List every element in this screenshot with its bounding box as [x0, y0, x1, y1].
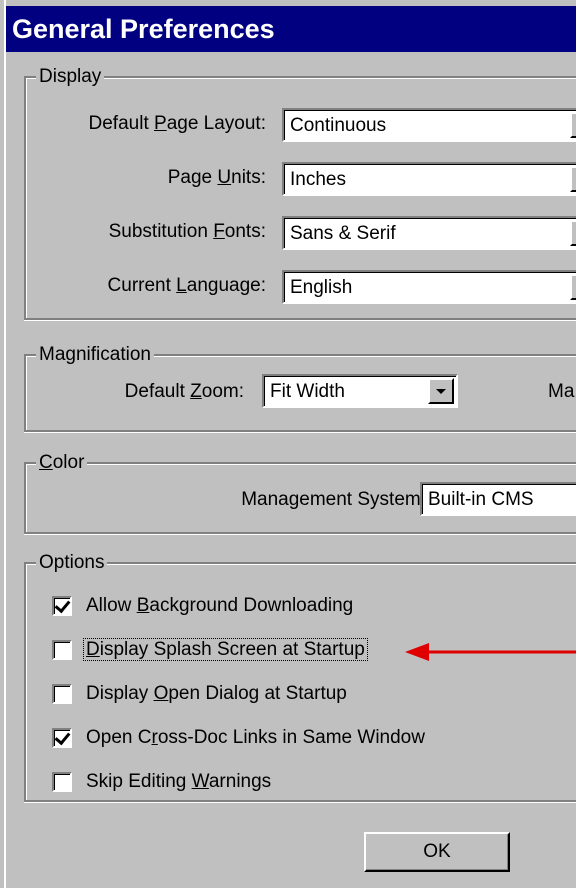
ok-button[interactable]: OK	[364, 832, 510, 872]
options-group: Options Allow Background Downloading Dis…	[24, 551, 576, 802]
current-language-label: Current Language:	[107, 275, 266, 296]
display-group: Display Default Page Layout: Continuous …	[24, 65, 576, 320]
chevron-down-icon[interactable]	[428, 378, 454, 404]
chevron-down-icon[interactable]	[570, 220, 576, 246]
open-cross-doc-links-checkbox[interactable]	[52, 728, 72, 748]
chevron-down-icon[interactable]	[570, 112, 576, 138]
page-units-value: Inches	[290, 169, 346, 190]
management-system-select[interactable]: Built-in CMS	[420, 482, 576, 516]
default-zoom-select[interactable]: Fit Width	[262, 374, 458, 408]
color-group: Color Management System: Built-in CMS	[24, 451, 576, 534]
display-splash-screen-label[interactable]: Display Splash Screen at Startup	[83, 638, 368, 662]
chevron-down-icon[interactable]	[570, 274, 576, 300]
allow-background-downloading-checkbox[interactable]	[52, 596, 72, 616]
allow-background-downloading-label[interactable]: Allow Background Downloading	[86, 594, 353, 618]
default-page-layout-value: Continuous	[290, 115, 387, 136]
display-legend: Display	[36, 65, 105, 89]
current-language-value: English	[290, 277, 353, 298]
display-open-dialog-checkbox[interactable]	[52, 684, 72, 704]
magnification-legend: Magnification	[36, 343, 154, 367]
substitution-fonts-select[interactable]: Sans & Serif	[282, 216, 576, 250]
page-units-select[interactable]: Inches	[282, 162, 576, 196]
max-zoom-label-cut: Ma	[548, 381, 575, 402]
management-system-label: Management System:	[241, 489, 426, 510]
open-cross-doc-links-label[interactable]: Open Cross-Doc Links in Same Window	[86, 726, 425, 750]
chevron-down-icon[interactable]	[570, 166, 576, 192]
skip-editing-warnings-label[interactable]: Skip Editing Warnings	[86, 770, 271, 794]
current-language-select[interactable]: English	[282, 270, 576, 304]
window-left-edge	[0, 0, 6, 888]
default-page-layout-select[interactable]: Continuous	[282, 108, 576, 142]
window-title: General Preferences	[6, 6, 576, 52]
options-legend: Options	[36, 551, 108, 575]
management-system-value: Built-in CMS	[428, 489, 534, 510]
page-units-label: Page Units:	[167, 167, 266, 188]
default-page-layout-label: Default Page Layout:	[88, 113, 266, 134]
display-open-dialog-label[interactable]: Display Open Dialog at Startup	[86, 682, 347, 706]
magnification-group: Magnification Default Zoom: Fit Width Ma	[24, 343, 576, 432]
display-splash-screen-checkbox[interactable]	[52, 640, 72, 660]
annotation-arrow-icon	[405, 643, 576, 661]
default-zoom-value: Fit Width	[270, 381, 345, 402]
skip-editing-warnings-checkbox[interactable]	[52, 772, 72, 792]
color-legend: Color	[36, 451, 88, 475]
substitution-fonts-label: Substitution Fonts:	[108, 221, 266, 242]
annotation-arrow-head	[405, 643, 429, 661]
substitution-fonts-value: Sans & Serif	[290, 223, 396, 244]
default-zoom-label: Default Zoom:	[124, 381, 244, 402]
